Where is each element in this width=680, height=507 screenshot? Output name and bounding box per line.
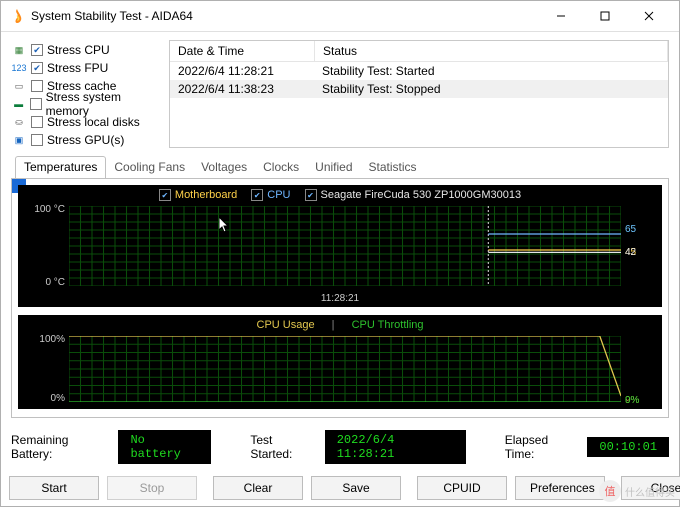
legend-label: Seagate FireCuda 530 ZP1000GM30013 bbox=[321, 189, 522, 201]
tab-cooling-fans[interactable]: Cooling Fans bbox=[106, 157, 193, 179]
cpu-y-top: 100% bbox=[19, 334, 65, 345]
stress-checkbox[interactable] bbox=[31, 134, 43, 146]
elapsed-value: 00:10:01 bbox=[587, 437, 669, 457]
stress-item: ⛀ Stress local disks bbox=[11, 114, 161, 130]
log-row[interactable]: 2022/6/4 11:38:23Stability Test: Stopped bbox=[170, 80, 668, 98]
app-window: System Stability Test - AIDA64 ▦ Stress … bbox=[0, 0, 680, 507]
cpu-legend: CPU Usage | CPU Throttling bbox=[19, 316, 661, 334]
gpu-icon: ▣ bbox=[11, 132, 27, 148]
log-cell-datetime: 2022/6/4 11:28:21 bbox=[170, 62, 314, 80]
legend-item[interactable]: CPU bbox=[251, 189, 290, 201]
stress-checkbox[interactable] bbox=[31, 116, 43, 128]
log-row[interactable]: 2022/6/4 11:28:21Stability Test: Started bbox=[170, 62, 668, 80]
close-dialog-button[interactable]: Close bbox=[621, 476, 680, 500]
temp-y-top: 100 °C bbox=[19, 204, 65, 215]
stress-label: Stress GPU(s) bbox=[47, 133, 124, 147]
start-button[interactable]: Start bbox=[9, 476, 99, 500]
legend-label: CPU Throttling bbox=[352, 319, 424, 331]
stress-checkbox[interactable] bbox=[30, 98, 41, 110]
temp-x-label: 11:28:21 bbox=[19, 293, 661, 304]
stress-checkbox[interactable] bbox=[31, 80, 43, 92]
stress-label: Stress local disks bbox=[47, 115, 140, 129]
stress-item: ▬ Stress system memory bbox=[11, 96, 161, 112]
battery-label: Remaining Battery: bbox=[11, 433, 108, 461]
temp-legend: Motherboard CPU Seagate FireCuda 530 ZP100… bbox=[19, 186, 661, 204]
stress-checkbox[interactable] bbox=[31, 44, 43, 56]
series-value-label: 42 bbox=[609, 247, 661, 258]
close-button[interactable] bbox=[627, 1, 671, 31]
cpu-y-bot: 0% bbox=[19, 393, 65, 404]
top-row: ▦ Stress CPU123 Stress FPU▭ Stress cache… bbox=[11, 40, 669, 148]
stress-checkbox[interactable] bbox=[31, 62, 43, 74]
stress-label: Stress CPU bbox=[47, 43, 110, 57]
content-area: ▦ Stress CPU123 Stress FPU▭ Stress cache… bbox=[1, 32, 679, 424]
disk-icon: ⛀ bbox=[11, 114, 27, 130]
log-cell-datetime: 2022/6/4 11:38:23 bbox=[170, 80, 314, 98]
cache-icon: ▭ bbox=[11, 78, 27, 94]
log-col-datetime[interactable]: Date & Time bbox=[170, 41, 315, 61]
graph-panel: Motherboard CPU Seagate FireCuda 530 ZP100… bbox=[11, 178, 669, 418]
log-body: 2022/6/4 11:28:21Stability Test: Started… bbox=[170, 62, 668, 98]
stress-item: 123 Stress FPU bbox=[11, 60, 161, 76]
temperature-chart: Motherboard CPU Seagate FireCuda 530 ZP100… bbox=[18, 185, 662, 307]
button-bar: Start Stop Clear Save CPUID Preferences … bbox=[1, 470, 679, 506]
legend-label: CPU Usage bbox=[257, 319, 315, 331]
stress-item: ▣ Stress GPU(s) bbox=[11, 132, 161, 148]
legend-item[interactable]: Seagate FireCuda 530 ZP1000GM30013 bbox=[305, 189, 522, 201]
tab-clocks[interactable]: Clocks bbox=[255, 157, 307, 179]
stress-item: ▦ Stress CPU bbox=[11, 42, 161, 58]
tab-unified[interactable]: Unified bbox=[307, 157, 360, 179]
legend-item[interactable]: Motherboard bbox=[159, 189, 237, 201]
tab-strip: TemperaturesCooling FansVoltagesClocksUn… bbox=[11, 156, 669, 178]
series-value-label: 65 bbox=[625, 224, 661, 235]
started-value: 2022/6/4 11:28:21 bbox=[325, 430, 466, 464]
status-bar: Remaining Battery: No battery Test Start… bbox=[1, 424, 679, 470]
stop-button[interactable]: Stop bbox=[107, 476, 197, 500]
save-button[interactable]: Save bbox=[311, 476, 401, 500]
legend-label: CPU bbox=[267, 189, 290, 201]
preferences-button[interactable]: Preferences bbox=[515, 476, 605, 500]
titlebar: System Stability Test - AIDA64 bbox=[1, 1, 679, 32]
cpuid-button[interactable]: CPUID bbox=[417, 476, 507, 500]
log-cell-status: Stability Test: Started bbox=[314, 62, 668, 80]
temp-plot[interactable] bbox=[69, 206, 621, 286]
event-log: Date & Time Status 2022/6/4 11:28:21Stab… bbox=[169, 40, 669, 148]
temp-y-bot: 0 °C bbox=[19, 277, 65, 288]
log-col-status[interactable]: Status bbox=[315, 41, 668, 61]
log-header: Date & Time Status bbox=[170, 41, 668, 62]
legend-checkbox[interactable] bbox=[251, 189, 263, 201]
cpu-plot[interactable] bbox=[69, 336, 621, 402]
app-icon bbox=[9, 8, 25, 24]
maximize-button[interactable] bbox=[583, 1, 627, 31]
legend-label: Motherboard bbox=[175, 189, 237, 201]
stress-options: ▦ Stress CPU123 Stress FPU▭ Stress cache… bbox=[11, 40, 161, 148]
fpu-icon: 123 bbox=[11, 60, 27, 76]
window-title: System Stability Test - AIDA64 bbox=[31, 9, 539, 23]
minimize-button[interactable] bbox=[539, 1, 583, 31]
stress-label: Stress FPU bbox=[47, 61, 108, 75]
legend-checkbox[interactable] bbox=[159, 189, 171, 201]
tab-temperatures[interactable]: Temperatures bbox=[15, 156, 106, 179]
started-label: Test Started: bbox=[250, 433, 314, 461]
tab-voltages[interactable]: Voltages bbox=[193, 157, 255, 179]
memory-icon: ▬ bbox=[11, 96, 26, 112]
cpu-chart: CPU Usage | CPU Throttling 100% 0% 9%0% bbox=[18, 315, 662, 409]
legend-checkbox[interactable] bbox=[305, 189, 317, 201]
series-value-label: 0% bbox=[607, 395, 661, 406]
battery-value: No battery bbox=[118, 430, 211, 464]
log-cell-status: Stability Test: Stopped bbox=[314, 80, 668, 98]
tab-statistics[interactable]: Statistics bbox=[361, 157, 425, 179]
elapsed-label: Elapsed Time: bbox=[505, 433, 578, 461]
cpu-chip-icon: ▦ bbox=[11, 42, 27, 58]
clear-button[interactable]: Clear bbox=[213, 476, 303, 500]
